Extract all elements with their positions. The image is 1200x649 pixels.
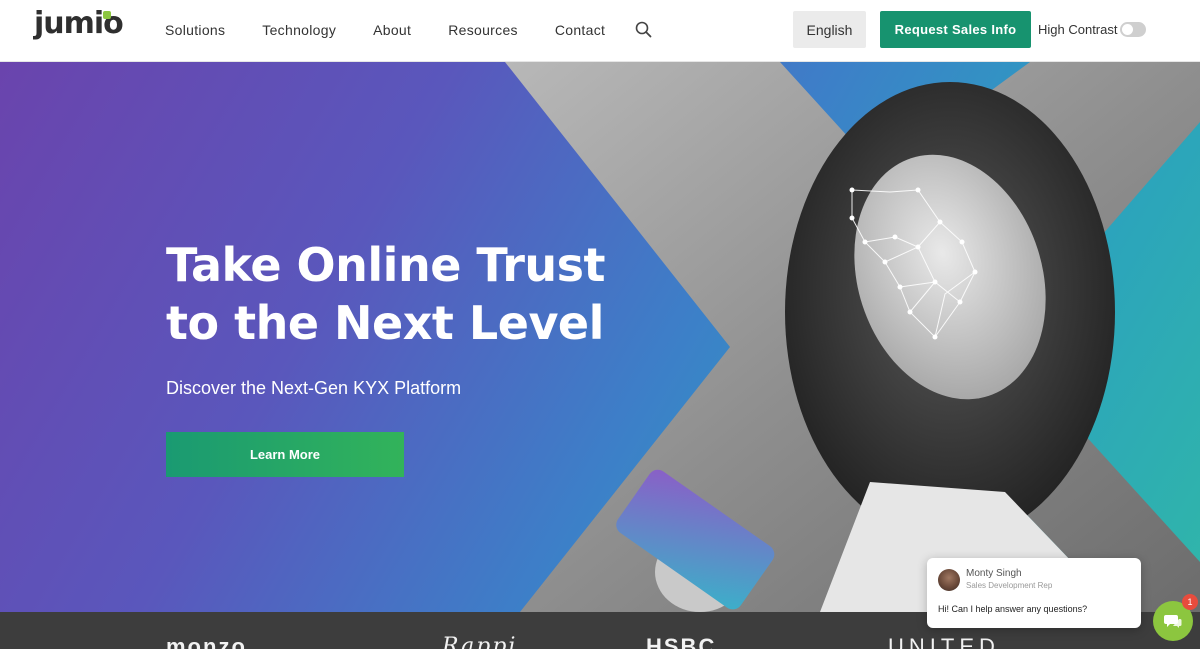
hero-subtitle: Discover the Next-Gen KYX Platform bbox=[166, 378, 462, 398]
chat-icon bbox=[1164, 615, 1182, 628]
logo-dot-icon bbox=[103, 11, 111, 19]
client-logo-united: UNITED bbox=[888, 634, 1000, 649]
language-button[interactable]: English bbox=[793, 11, 866, 48]
hero-title-line-2: to the Next Level bbox=[166, 296, 604, 350]
chat-message: Hi! Can I help answer any questions? bbox=[938, 604, 1088, 614]
client-logo-monzo: monzo bbox=[166, 634, 247, 649]
nav-item-technology[interactable]: Technology bbox=[262, 20, 336, 40]
nav-item-about[interactable]: About bbox=[373, 20, 411, 40]
nav-item-solutions[interactable]: Solutions bbox=[165, 20, 225, 40]
jumio-logo[interactable]: jumio bbox=[34, 6, 124, 44]
toggle-knob bbox=[1122, 24, 1133, 35]
request-sales-info-button[interactable]: Request Sales Info bbox=[880, 11, 1031, 48]
agent-avatar bbox=[938, 569, 960, 591]
unread-badge: 1 bbox=[1182, 594, 1198, 610]
high-contrast-toggle[interactable] bbox=[1120, 22, 1146, 37]
hero-banner: Take Online Trust to the Next Level Disc… bbox=[0, 62, 1200, 612]
learn-more-button[interactable]: Learn More bbox=[166, 432, 404, 477]
nav-item-contact[interactable]: Contact bbox=[555, 20, 605, 40]
high-contrast-label: High Contrast bbox=[1038, 22, 1118, 37]
hero-title-line-1: Take Online Trust bbox=[166, 238, 606, 292]
search-icon[interactable] bbox=[634, 20, 654, 40]
agent-name: Monty Singh bbox=[966, 568, 1022, 579]
agent-role: Sales Development Rep bbox=[966, 581, 1053, 590]
chat-preview-card[interactable]: Monty Singh Sales Development Rep Hi! Ca… bbox=[927, 558, 1141, 628]
main-nav: Solutions Technology About Resources Con… bbox=[165, 20, 642, 40]
nav-item-resources[interactable]: Resources bbox=[448, 20, 518, 40]
client-logo-hsbc: HSBC bbox=[646, 634, 717, 649]
client-logo-rappi: Rappi bbox=[442, 634, 518, 649]
site-header: jumio Solutions Technology About Resourc… bbox=[0, 0, 1200, 62]
hero-title: Take Online Trust to the Next Level bbox=[166, 236, 626, 352]
